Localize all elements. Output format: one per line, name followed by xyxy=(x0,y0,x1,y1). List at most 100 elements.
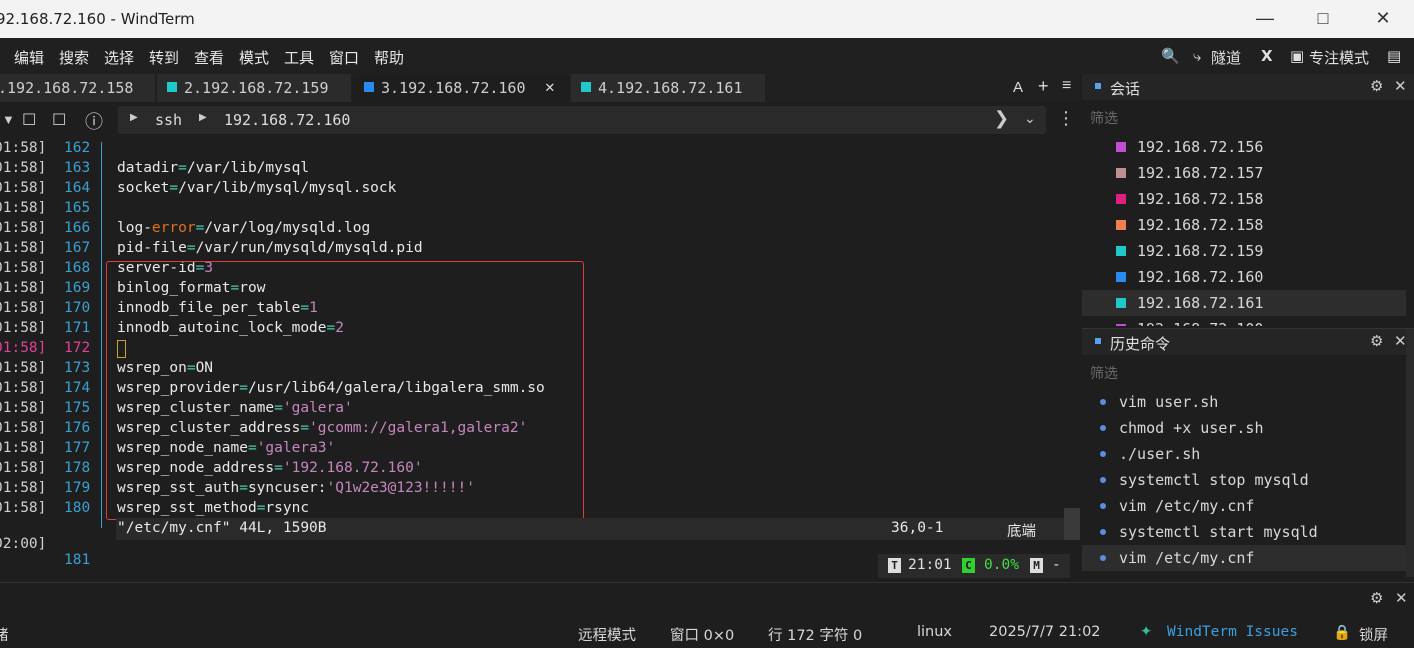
code-text: datadir=/var/lib/mysql xyxy=(117,160,309,176)
address-protocol[interactable]: ssh xyxy=(155,111,182,129)
info-icon[interactable]: ⓘ xyxy=(85,108,103,134)
session-color-icon xyxy=(1116,246,1126,256)
bottom-panel: ⚙ ✕ 绪 远程模式 窗口 0×0 行 172 字符 0 linux 2025/… xyxy=(0,582,1414,648)
history-item[interactable]: ./user.sh xyxy=(1082,441,1406,467)
minimize-button[interactable]: — xyxy=(1250,8,1280,30)
tab-session-3[interactable]: 3.192.168.72.160 ✕ xyxy=(353,74,569,102)
address-bar[interactable]: ▶ ssh ▶ 192.168.72.160 ❯ ⌄ xyxy=(118,106,1046,134)
dropdown-icon[interactable]: ▼ xyxy=(2,112,15,127)
history-title: 历史命令 xyxy=(1110,335,1171,353)
status-datetime: 2025/7/7 21:02 xyxy=(989,624,1101,640)
session-item[interactable]: 192.168.72.157 xyxy=(1082,160,1406,186)
reconnect-icon[interactable]: ☐ xyxy=(52,110,66,130)
terminal[interactable]: 01:58]16201:58]163datadir=/var/lib/mysql… xyxy=(0,138,1080,580)
timestamp: 01:58] xyxy=(0,280,47,296)
session-item[interactable]: 192.168.72.160 xyxy=(1082,264,1406,290)
status-os[interactable]: linux xyxy=(917,624,952,640)
line-number: 173 xyxy=(64,360,91,376)
maximize-button[interactable]: □ xyxy=(1308,8,1338,30)
menu-search[interactable]: 搜索 xyxy=(59,47,89,68)
new-tab-button[interactable]: + xyxy=(1038,76,1049,97)
history-item[interactable]: vim /etc/my.cnf xyxy=(1082,545,1406,571)
session-item[interactable]: 192.168.72.156 xyxy=(1082,134,1406,160)
tab-color-icon xyxy=(167,82,177,92)
more-icon[interactable]: ⋮ xyxy=(1057,108,1075,129)
menu-help[interactable]: 帮助 xyxy=(374,47,404,68)
lock-screen-button[interactable]: 锁屏 xyxy=(1359,624,1388,645)
issues-icon[interactable]: ✦ xyxy=(1140,624,1152,640)
history-item[interactable]: systemctl start mysqld xyxy=(1082,519,1406,545)
mini-time: 21:01 xyxy=(908,557,952,573)
gear-icon[interactable]: ⚙ xyxy=(1370,589,1383,607)
lock-icon[interactable]: 🔒 xyxy=(1333,624,1351,641)
scrollbar[interactable] xyxy=(1064,508,1080,540)
address-host[interactable]: 192.168.72.160 xyxy=(224,111,350,129)
status-window[interactable]: 窗口 0×0 xyxy=(670,624,734,645)
session-label: 192.168.72.158 xyxy=(1137,190,1264,208)
focus-mode-button[interactable]: 专注模式 xyxy=(1309,47,1369,68)
sessions-title: 会话 xyxy=(1110,80,1141,98)
history-filter-input[interactable]: 筛选 xyxy=(1090,363,1118,383)
menu-window[interactable]: 窗口 xyxy=(329,47,359,68)
close-icon[interactable]: ✕ xyxy=(1394,332,1407,350)
close-tab-icon[interactable]: ✕ xyxy=(545,77,555,96)
memory-icon: M xyxy=(1030,558,1043,573)
line-number: 174 xyxy=(64,380,91,396)
menu-select[interactable]: 选择 xyxy=(104,47,134,68)
code-token: pid-file xyxy=(117,240,187,256)
bullet-icon xyxy=(1100,451,1106,457)
layout-icon[interactable]: ▤ xyxy=(1387,47,1401,65)
timestamp: 01:58] xyxy=(0,460,47,476)
code-token: log- xyxy=(117,220,152,236)
issues-link[interactable]: WindTerm Issues xyxy=(1167,624,1298,640)
scrollbar[interactable] xyxy=(1406,329,1414,577)
session-color-icon xyxy=(1116,298,1126,308)
history-item[interactable]: vim /etc/my.cnf xyxy=(1082,493,1406,519)
close-button[interactable]: ✕ xyxy=(1368,8,1398,30)
search-icon[interactable]: 🔍 xyxy=(1161,47,1180,65)
chevron-down-icon[interactable]: ⌄ xyxy=(1024,110,1036,127)
menu-view[interactable]: 查看 xyxy=(194,47,224,68)
history-item[interactable]: vim user.sh xyxy=(1082,389,1406,415)
session-label: 192.168.72.159 xyxy=(1137,242,1264,260)
tab-session-2[interactable]: 2.192.168.72.159 xyxy=(157,74,351,102)
focus-icon[interactable]: ▣ xyxy=(1290,47,1304,65)
font-button[interactable]: A xyxy=(1013,79,1023,96)
line-number: 167 xyxy=(64,240,91,256)
tab-session-4[interactable]: 4.192.168.72.161 xyxy=(571,74,765,102)
tab-color-icon xyxy=(364,82,374,92)
session-item[interactable]: 192.168.72.158 xyxy=(1082,186,1406,212)
menu-mode[interactable]: 模式 xyxy=(239,47,269,68)
tunnel-button[interactable]: 隧道 xyxy=(1211,47,1241,68)
line-number: 164 xyxy=(64,180,91,196)
terminal-line: 01:58] 164 socket=/var/lib/mysql/mysql.soc… xyxy=(0,180,1064,200)
terminal-line: 01:58] 165 xyxy=(0,200,1064,220)
tunnel-icon[interactable]: ⤷ xyxy=(1193,47,1201,65)
session-item[interactable]: 192.168.72.100 xyxy=(1082,316,1406,326)
menu-tools[interactable]: 工具 xyxy=(284,47,314,68)
session-item[interactable]: 192.168.72.159 xyxy=(1082,238,1406,264)
terminal-line: 01:58] 163 datadir=/var/lib/mysql xyxy=(0,160,1064,180)
menu-edit[interactable]: 编辑 xyxy=(14,47,44,68)
sessions-filter-input[interactable]: 筛选 xyxy=(1090,108,1118,128)
sessions-header: 会话 ⚙ ✕ xyxy=(1082,74,1414,100)
history-item[interactable]: systemctl stop mysqld xyxy=(1082,467,1406,493)
close-icon[interactable]: ✕ xyxy=(1394,77,1407,95)
line-number: 180 xyxy=(64,500,91,516)
session-item[interactable]: 192.168.72.161 xyxy=(1082,290,1406,316)
disconnect-icon[interactable]: ☐ xyxy=(22,110,36,130)
status-cursor[interactable]: 行 172 字符 0 xyxy=(768,624,862,645)
code-text: socket=/var/lib/mysql/mysql.sock xyxy=(117,180,396,196)
history-item[interactable]: chmod +x user.sh xyxy=(1082,415,1406,441)
x-button[interactable]: X xyxy=(1261,47,1273,65)
status-mode[interactable]: 远程模式 xyxy=(578,624,636,645)
session-item[interactable]: 192.168.72.158 xyxy=(1082,212,1406,238)
timestamp: 01:58] xyxy=(0,300,47,316)
tab-menu-button[interactable]: ≡ xyxy=(1062,77,1071,95)
menu-goto[interactable]: 转到 xyxy=(149,47,179,68)
gear-icon[interactable]: ⚙ xyxy=(1370,77,1383,95)
tab-session-1[interactable]: .192.168.72.158 xyxy=(0,74,155,102)
close-icon[interactable]: ✕ xyxy=(1395,589,1408,607)
forward-icon[interactable]: ❯ xyxy=(994,108,1009,129)
gear-icon[interactable]: ⚙ xyxy=(1370,332,1383,350)
